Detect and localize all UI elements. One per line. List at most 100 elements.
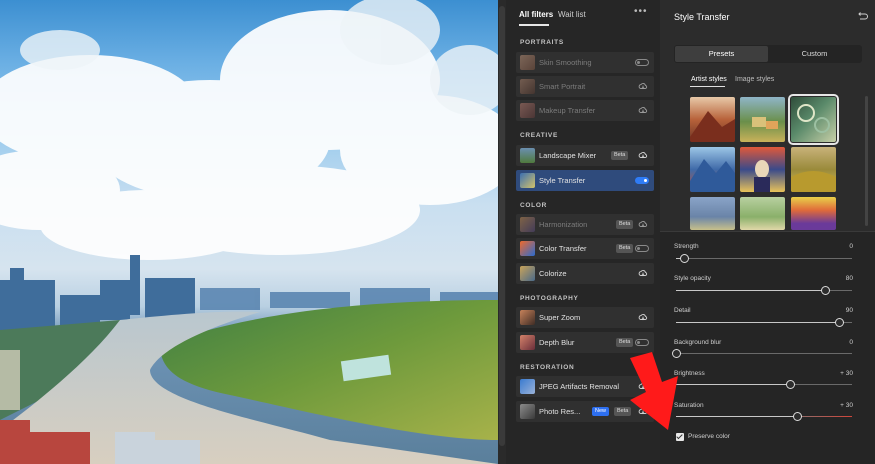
filter-item-makeup-transfer[interactable]: Makeup Transfer: [516, 100, 654, 121]
filter-toggle[interactable]: [635, 339, 649, 346]
color-thumb-icon: [520, 241, 535, 256]
slider-knob[interactable]: [821, 286, 831, 295]
style-thumb-expressionist-portrait[interactable]: [740, 147, 785, 192]
new-badge: New: [592, 407, 610, 416]
section-title-color: COLOR: [520, 202, 547, 209]
slider-label-detail: Detail: [674, 307, 691, 314]
filter-label: Depth Blur: [539, 338, 575, 347]
slider-fill: [676, 384, 791, 385]
color-thumb-icon: [520, 266, 535, 281]
filter-item-colorize[interactable]: Colorize: [516, 263, 654, 284]
presets-button[interactable]: Presets: [675, 46, 768, 62]
photo-thumb-icon: [520, 335, 535, 350]
slider-value-detail: 90: [845, 307, 853, 314]
slider-value-background-blur: 0: [849, 339, 853, 346]
slider-knob[interactable]: [792, 412, 802, 421]
cloud-download-icon[interactable]: [638, 219, 648, 229]
canvas-scrollbar[interactable]: [499, 6, 505, 446]
filters-tabs: All filters Wait list •••: [506, 0, 660, 30]
preserve-color-checkbox[interactable]: [676, 433, 684, 441]
filter-toggle[interactable]: [635, 59, 649, 66]
cloud-download-icon[interactable]: [638, 312, 648, 322]
slider-background-blur[interactable]: [671, 349, 852, 358]
restoration-thumb-icon: [520, 379, 535, 394]
portrait-thumb-icon: [520, 79, 535, 94]
portrait-thumb-icon: [520, 55, 535, 70]
preserve-color-label: Preserve color: [688, 433, 730, 440]
slider-label-style-opacity: Style opacity: [674, 275, 711, 282]
style-thumb-meadow[interactable]: [740, 197, 785, 230]
tab-wait-list[interactable]: Wait list: [558, 10, 586, 19]
style-thumb-impressionist-village[interactable]: [740, 97, 785, 142]
slider-strength[interactable]: [676, 254, 852, 263]
slider-knob[interactable]: [680, 254, 690, 263]
tab-image-styles[interactable]: Image styles: [735, 76, 774, 83]
filter-label: Landscape Mixer: [539, 151, 597, 160]
slider-brightness[interactable]: [676, 380, 852, 389]
slider-value-style-opacity: 80: [845, 275, 853, 282]
tab-all-filters[interactable]: All filters: [519, 10, 553, 19]
cloud-download-icon[interactable]: [638, 150, 648, 160]
active-tab-underline: [519, 24, 549, 26]
style-thumb-green-swirl[interactable]: [788, 94, 839, 145]
section-title-photography: PHOTOGRAPHY: [520, 295, 579, 302]
swirl-painting-icon: [797, 104, 830, 133]
slider-saturation[interactable]: [676, 412, 852, 421]
slider-knob[interactable]: [835, 318, 845, 327]
cloud-download-icon[interactable]: [638, 105, 648, 115]
image-canvas[interactable]: [0, 0, 498, 464]
color-thumb-icon: [520, 217, 535, 232]
slider-value-strength: 0: [849, 243, 853, 250]
restoration-thumb-icon: [520, 404, 535, 419]
tab-artist-styles[interactable]: Artist styles: [691, 76, 727, 83]
painted-city-image: [0, 0, 498, 464]
filter-label: Skin Smoothing: [539, 58, 592, 67]
filter-label: Smart Portrait: [539, 82, 586, 91]
custom-button[interactable]: Custom: [768, 46, 861, 62]
active-subtab-underline: [690, 86, 725, 87]
cloud-download-icon[interactable]: [638, 268, 648, 278]
photo-thumb-icon: [520, 310, 535, 325]
panel-title: Style Transfer: [674, 12, 730, 22]
slider-detail[interactable]: [676, 318, 852, 327]
styles-scrollbar[interactable]: [865, 96, 868, 226]
slider-fill: [676, 322, 840, 323]
style-thumb-blue-field[interactable]: [690, 197, 735, 230]
cloud-download-icon[interactable]: [638, 81, 648, 91]
more-horizontal-icon[interactable]: •••: [634, 6, 648, 17]
slider-knob[interactable]: [785, 380, 795, 389]
style-thumb-golden-field[interactable]: [791, 147, 836, 192]
filter-item-landscape-mixer[interactable]: Landscape Mixer Beta: [516, 145, 654, 166]
style-thumb-sunset-stripes[interactable]: [791, 197, 836, 230]
red-arrow-annotation-icon: [630, 352, 678, 430]
slider-value-brightness: + 30: [840, 370, 853, 377]
beta-badge: Beta: [616, 220, 634, 229]
style-thumb-blue-mountain[interactable]: [690, 147, 735, 192]
filter-label: JPEG Artifacts Removal: [539, 382, 620, 391]
filter-label: Harmonization: [539, 220, 588, 229]
filter-item-smart-portrait[interactable]: Smart Portrait: [516, 76, 654, 97]
filter-item-skin-smoothing[interactable]: Skin Smoothing: [516, 52, 654, 73]
filter-item-super-zoom[interactable]: Super Zoom: [516, 307, 654, 328]
slider-style-opacity[interactable]: [676, 286, 852, 295]
filter-item-color-transfer[interactable]: Color Transfer Beta: [516, 238, 654, 259]
adjustments-section: Strength 0 Style opacity 80 Detail 90 Ba…: [660, 231, 875, 464]
filter-item-harmonization[interactable]: Harmonization Beta: [516, 214, 654, 235]
beta-badge: Beta: [616, 338, 634, 347]
style-thumb-red-mountain[interactable]: [690, 97, 735, 142]
filter-item-style-transfer[interactable]: Style Transfer: [516, 170, 654, 191]
slider-value-saturation: + 30: [840, 402, 853, 409]
beta-badge: Beta: [616, 244, 634, 253]
filter-label: Makeup Transfer: [539, 106, 596, 115]
landscape-thumb-icon: [520, 148, 535, 163]
filter-item-depth-blur[interactable]: Depth Blur Beta: [516, 332, 654, 353]
filter-label: Super Zoom: [539, 313, 581, 322]
filter-toggle[interactable]: [635, 177, 649, 184]
reset-icon[interactable]: [857, 11, 868, 22]
filter-toggle[interactable]: [635, 245, 649, 252]
slider-fill: [676, 290, 826, 291]
slider-label-background-blur: Background blur: [674, 339, 722, 346]
style-transfer-panel: Style Transfer Presets Custom Artist sty…: [660, 0, 875, 464]
village-painting-icon: [752, 117, 778, 129]
slider-label-strength: Strength: [674, 243, 699, 250]
